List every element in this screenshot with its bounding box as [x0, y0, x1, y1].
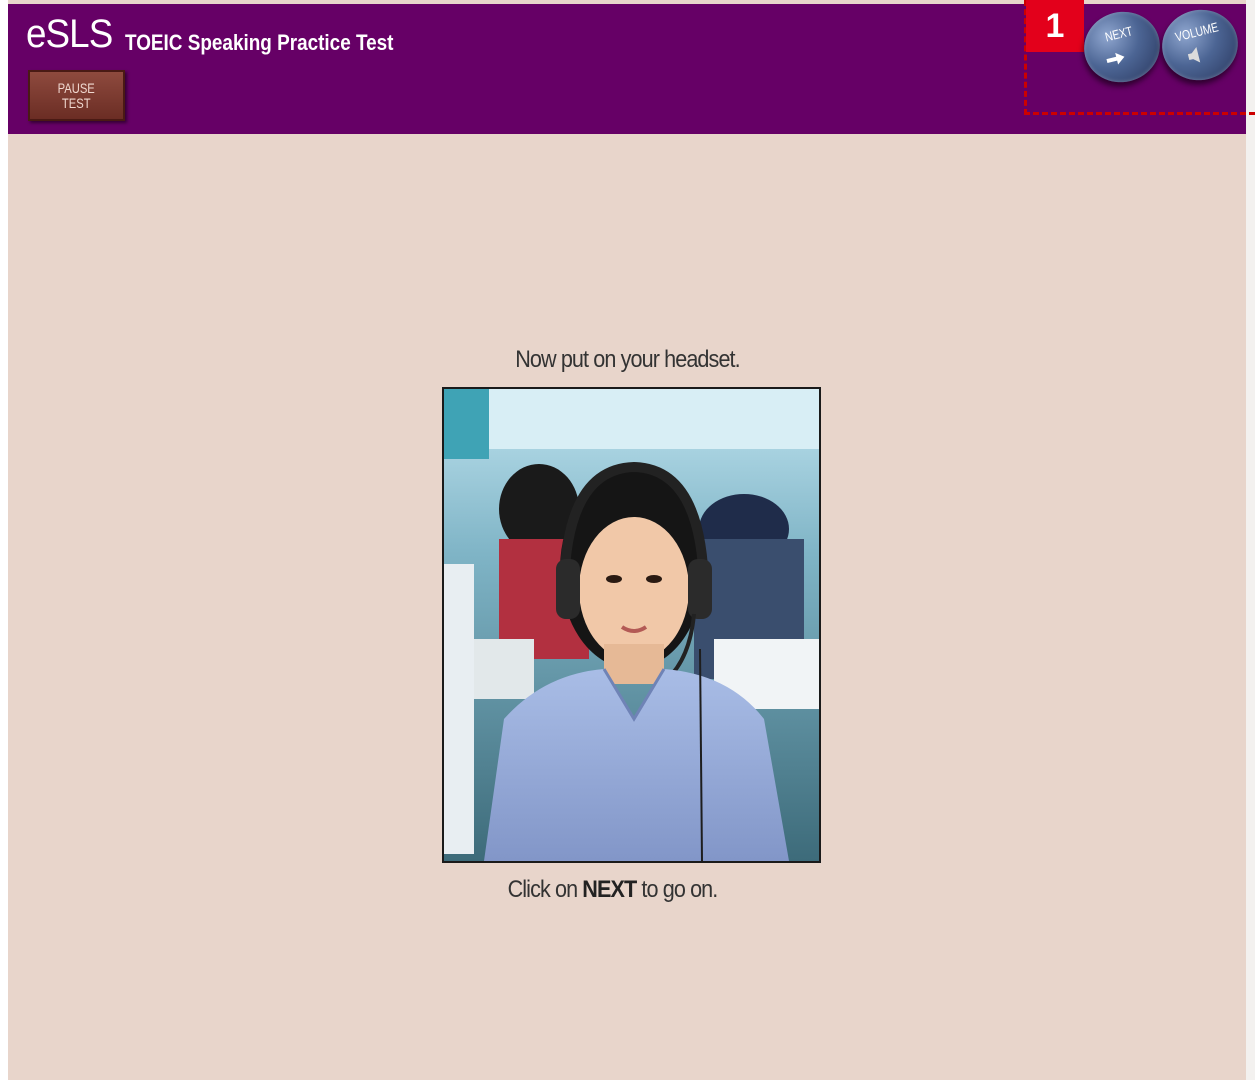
pause-test-button[interactable]: PAUSE TEST — [28, 70, 125, 121]
volume-label: VOLUME — [1173, 19, 1220, 45]
speaker-icon — [1187, 46, 1201, 63]
callout-number: 1 — [1026, 0, 1084, 52]
headset-prompt: Now put on your headset. — [515, 346, 740, 373]
instruction-keyword: NEXT — [582, 876, 637, 903]
page-edge — [1246, 0, 1255, 1080]
app-title: TOEIC Speaking Practice Test — [125, 30, 394, 55]
instruction-suffix: to go on. — [641, 876, 718, 903]
arrow-right-icon — [1106, 52, 1125, 65]
next-instruction: Click on NEXT to go on. — [61, 876, 1164, 904]
pause-test-label: PAUSE TEST — [57, 79, 96, 111]
instruction-prefix: Click on — [507, 876, 579, 903]
next-label: NEXT — [1103, 23, 1134, 45]
student-with-headset-photo — [442, 387, 821, 863]
app-logo: eSLS — [26, 12, 113, 56]
